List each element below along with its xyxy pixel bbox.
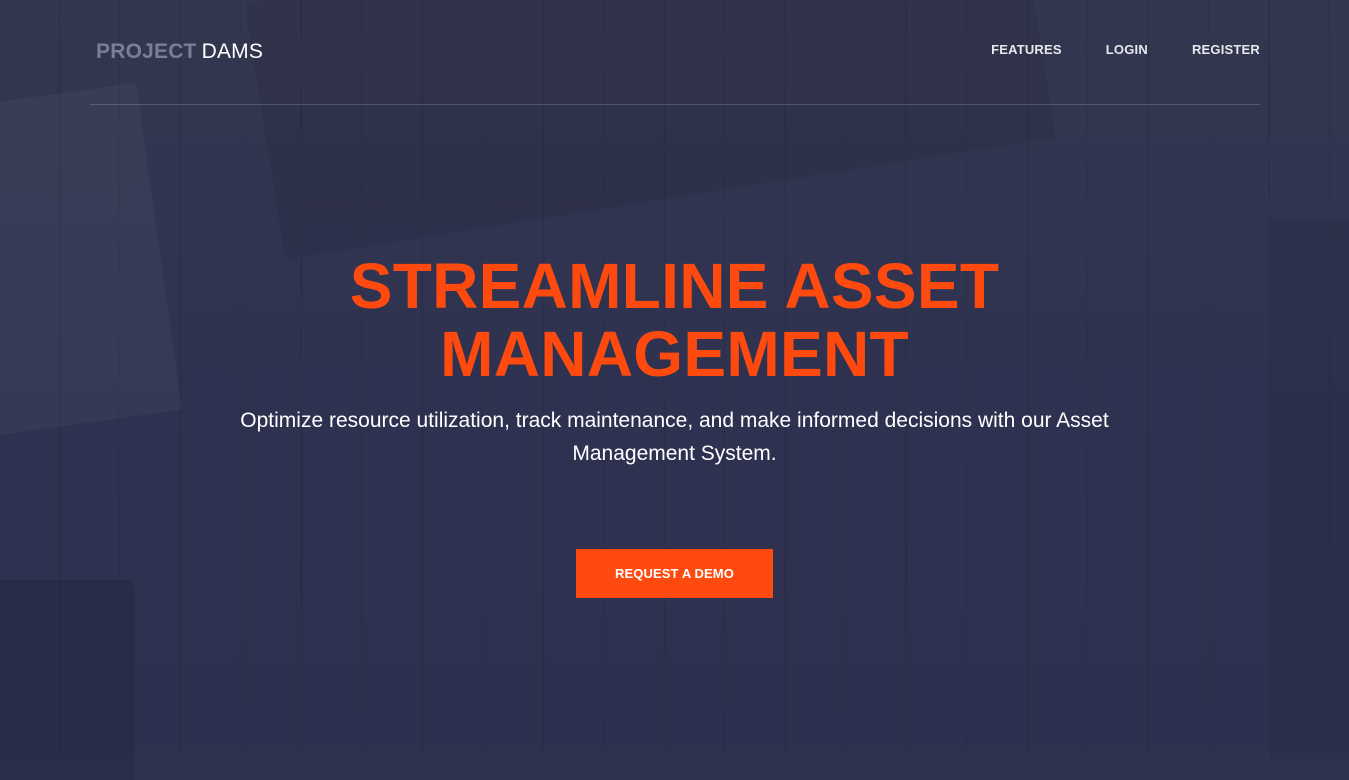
nav-link-register[interactable]: REGISTER <box>1192 42 1260 57</box>
request-demo-button[interactable]: REQUEST A DEMO <box>576 549 773 598</box>
hero-title: STREAMLINE ASSET MANAGEMENT <box>349 250 1000 390</box>
top-navigation: PROJECT DAMS FEATURES LOGIN REGISTER <box>90 0 1260 105</box>
nav-links: FEATURES LOGIN REGISTER <box>947 42 1260 57</box>
brand-name-dams: DAMS <box>201 40 264 63</box>
brand-logo[interactable]: PROJECT DAMS <box>96 40 263 64</box>
nav-link-login[interactable]: LOGIN <box>1106 42 1148 57</box>
nav-link-features[interactable]: FEATURES <box>991 42 1062 57</box>
background-texture-shape <box>0 580 135 780</box>
brand-name-project: PROJECT <box>96 40 197 63</box>
hero-section: STREAMLINE ASSET MANAGEMENT Optimize res… <box>0 252 1349 470</box>
hero-subtitle: Optimize resource utilization, track mai… <box>240 409 1109 465</box>
